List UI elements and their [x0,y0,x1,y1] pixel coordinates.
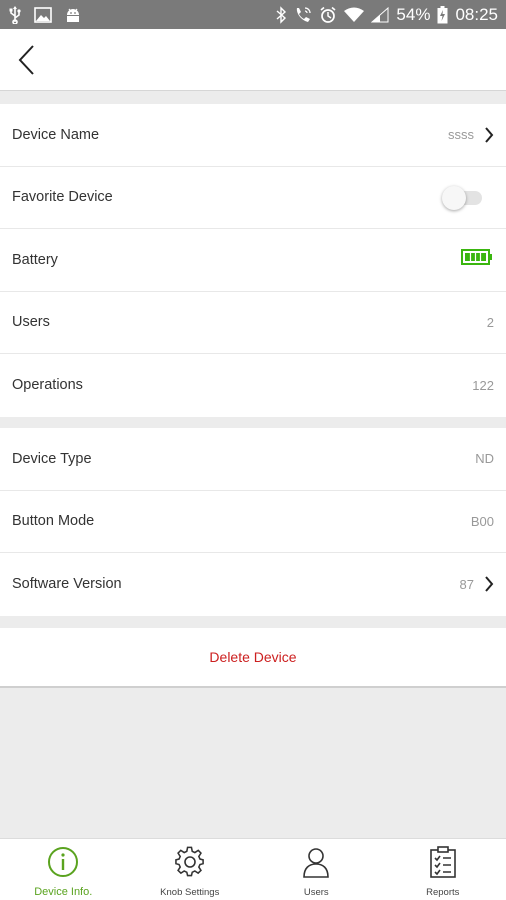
device-name-label: Device Name [12,126,100,143]
tab-label: Device Info. [34,886,93,898]
operations-label: Operations [12,377,83,394]
favorite-toggle[interactable] [442,186,484,211]
bottom-tab-bar: Device Info. Knob Settings Users Reports [0,838,506,900]
delete-section: Delete Device [0,628,506,688]
favorite-device-row: Favorite Device [0,167,506,229]
users-label: Users [12,314,50,331]
gear-icon [174,845,206,879]
tab-knob-settings[interactable]: Knob Settings [127,839,254,900]
device-type-label: Device Type [12,450,92,467]
wifi-call-icon [294,6,312,24]
back-button[interactable] [10,41,44,79]
tab-users[interactable]: Users [253,839,380,900]
tab-label: Reports [426,887,460,898]
status-time: 08:25 [455,4,498,24]
bluetooth-icon [275,5,287,24]
users-row: Users 2 [0,292,506,354]
delete-device-button[interactable]: Delete Device [209,649,296,665]
device-type-value: ND [475,451,494,467]
info-section: Device Type ND Button Mode B00 Software … [0,428,506,616]
usb-icon [8,5,22,24]
info-circle-icon [47,845,79,879]
battery-row: Battery [0,229,506,292]
app-header [0,29,506,91]
signal-icon [371,6,389,23]
tab-label: Users [303,887,329,898]
status-right-icons: 54% 08:25 [275,5,498,25]
software-version-row[interactable]: Software Version 87 [0,553,506,616]
tab-reports[interactable]: Reports [380,839,506,900]
toggle-thumb [442,186,466,211]
button-mode-row: Button Mode B00 [0,491,506,553]
battery-charging-icon [437,5,448,24]
chevron-right-icon [484,126,494,144]
status-left-icons [8,5,82,24]
wifi-icon [344,7,365,23]
chevron-left-icon [18,45,34,75]
status-bar: 54% 08:25 [0,0,506,29]
button-mode-value: B00 [470,513,494,529]
clipboard-checklist-icon [429,845,457,879]
tab-label: Knob Settings [160,887,220,898]
operations-value: 122 [472,377,494,393]
battery-label: Battery [12,251,58,268]
software-version-value: 87 [459,576,474,592]
operations-row: Operations 122 [0,354,506,417]
chevron-right-icon [484,575,494,593]
battery-percent: 54% [396,4,431,24]
users-value: 2 [486,314,494,330]
android-icon [64,7,82,23]
device-name-row[interactable]: Device Name ssss [0,104,506,167]
software-version-label: Software Version [12,576,122,593]
alarm-icon [319,6,337,24]
button-mode-label: Button Mode [12,513,95,530]
tab-device-info[interactable]: Device Info. [0,839,127,900]
device-section: Device Name ssss Favorite Device Battery… [0,104,506,417]
battery-full-icon [461,249,493,270]
device-name-value: ssss [448,127,474,143]
user-icon [300,845,332,879]
image-icon [34,6,52,23]
favorite-device-label: Favorite Device [12,189,113,206]
device-type-row: Device Type ND [0,428,506,491]
